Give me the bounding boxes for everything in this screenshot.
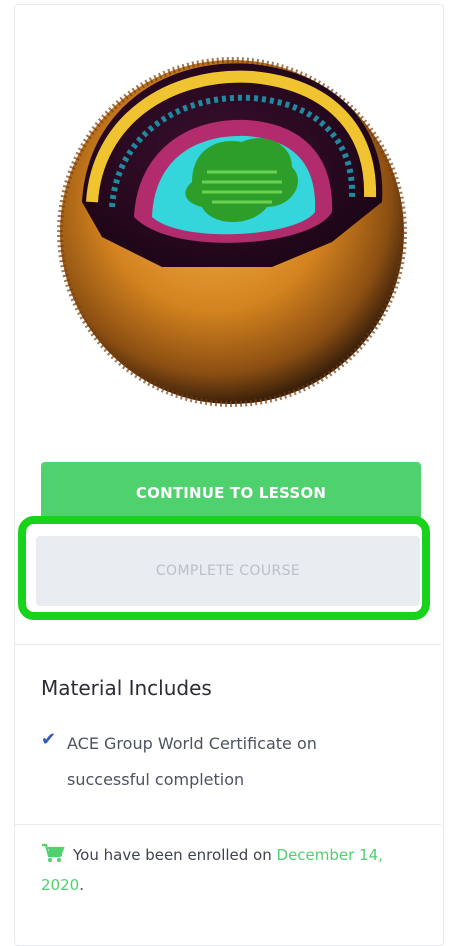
material-includes-title: Material Includes: [41, 676, 212, 700]
enrollment-suffix: .: [79, 876, 84, 894]
complete-course-button[interactable]: COMPLETE COURSE: [36, 536, 420, 606]
enrollment-notice: You have been enrolled on December 14, 2…: [41, 840, 421, 900]
divider: [15, 824, 441, 825]
check-icon: ✔: [41, 729, 57, 750]
material-list-item: ✔ ACE Group World Certificate on success…: [41, 726, 401, 798]
material-item-text: ACE Group World Certificate on successfu…: [67, 734, 317, 789]
course-thumbnail: [57, 57, 407, 407]
continue-to-lesson-button[interactable]: CONTINUE TO LESSON: [41, 462, 421, 524]
cart-icon: [42, 843, 65, 862]
enrollment-text: You have been enrolled on: [73, 846, 272, 864]
divider: [15, 644, 441, 645]
